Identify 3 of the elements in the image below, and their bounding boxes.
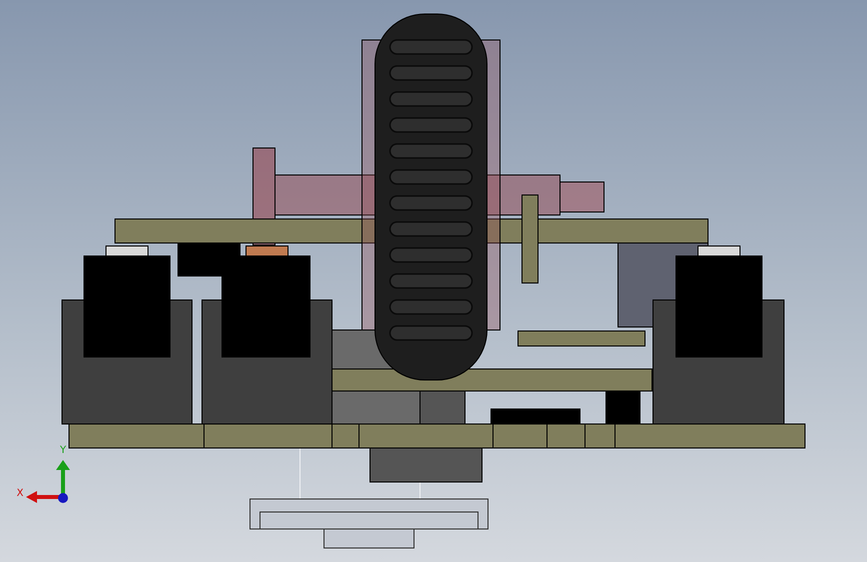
y-axis-label: Y <box>60 445 66 456</box>
x-axis-label: X <box>16 488 24 499</box>
z-axis-dot-icon <box>58 493 68 503</box>
